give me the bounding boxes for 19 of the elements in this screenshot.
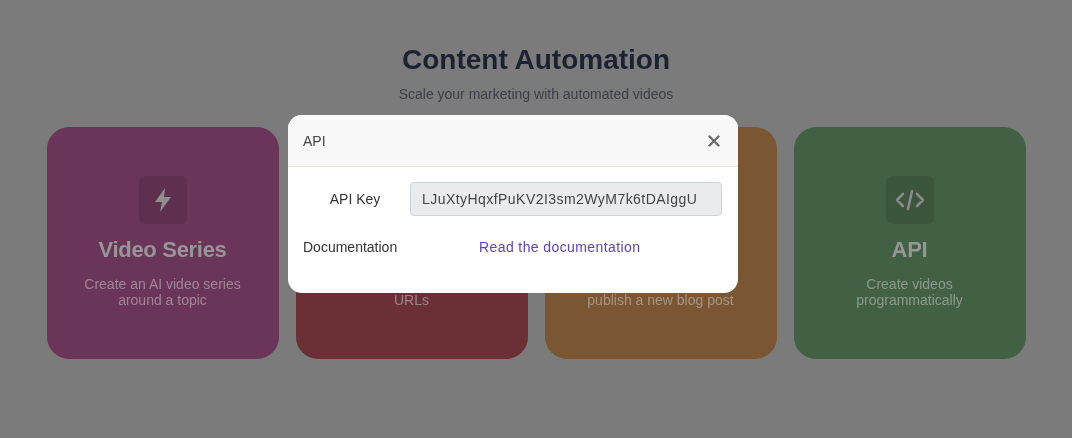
card-description: publish a new blog post [587,292,734,308]
card-description: URLs [394,292,429,308]
lightning-icon [152,187,173,213]
close-button[interactable] [706,132,722,149]
card-description: Create an AI video series [84,276,241,292]
code-icon [894,189,925,211]
page-title: Content Automation [402,44,670,76]
card-description: programmatically [856,292,963,308]
card-description: around a topic [118,292,207,308]
dialog-title: API [303,132,326,149]
api-key-field[interactable]: LJuXtyHqxfPuKV2I3sm2WyM7k6tDAIggU [410,182,722,216]
card-description: Create videos [866,276,953,292]
close-icon [708,134,720,147]
documentation-link[interactable]: Read the documentation [479,239,641,255]
card-title: API [891,236,928,264]
field-label: Documentation [303,239,399,255]
field-label: API Key [328,191,382,207]
page-subtitle: Scale your marketing with automated videos [398,85,674,103]
card-title: Video Series [98,236,227,264]
